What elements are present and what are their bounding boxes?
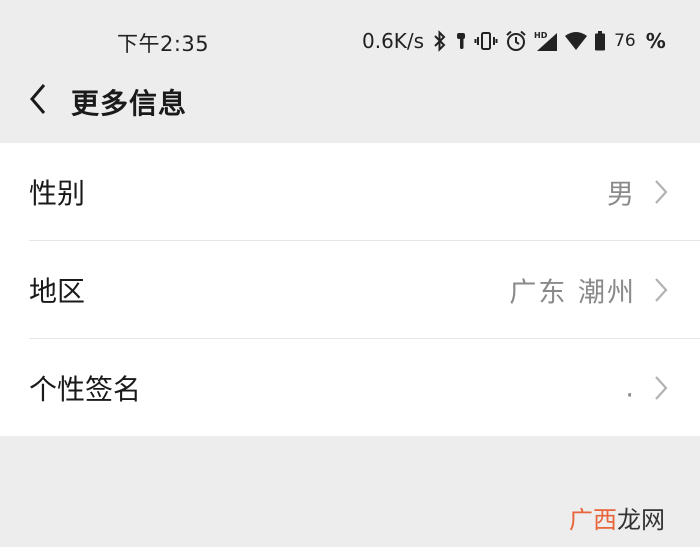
- battery-level: 76: [614, 31, 636, 51]
- watermark-accent-text: 广西: [569, 506, 617, 534]
- chevron-right-icon: [654, 374, 670, 402]
- row-region[interactable]: 地区 广东 潮州: [0, 241, 700, 338]
- vibrate-icon: [474, 30, 498, 52]
- row-value: 男: [607, 179, 636, 210]
- chevron-right-icon: [654, 178, 670, 206]
- status-icons: 0.6K/s HD 76 %: [362, 26, 666, 56]
- battery-percent-sign: %: [645, 29, 666, 53]
- alarm-icon: [504, 29, 528, 53]
- watermark-text: 龙网: [617, 506, 665, 534]
- wifi-icon: [564, 31, 588, 51]
- watermark-logo: 广西龙网: [569, 500, 665, 535]
- row-signature[interactable]: 个性签名 .: [0, 339, 700, 436]
- row-label: 性别: [29, 176, 86, 210]
- battery-icon: [594, 30, 606, 52]
- row-label: 个性签名: [29, 372, 142, 406]
- info-list: 性别 男 地区 广东 潮州 个性签名 .: [0, 143, 700, 436]
- back-button[interactable]: [18, 80, 58, 122]
- row-value: 广东 潮州: [509, 277, 636, 308]
- network-speed: 0.6K/s: [362, 29, 425, 53]
- chevron-left-icon: [29, 83, 47, 119]
- status-bar: 下午2:35 0.6K/s HD 76 %: [0, 0, 700, 80]
- row-gender[interactable]: 性别 男: [0, 143, 700, 240]
- row-value: .: [625, 372, 636, 403]
- chevron-right-icon: [654, 276, 670, 304]
- earbud-icon: [454, 30, 468, 52]
- row-label: 地区: [29, 274, 86, 308]
- svg-text:HD: HD: [534, 31, 548, 40]
- hd-signal-icon: HD: [534, 30, 558, 52]
- nav-bar: 更多信息: [0, 80, 700, 142]
- status-time: 下午2:35: [117, 32, 210, 56]
- bluetooth-icon: [432, 30, 448, 52]
- page-title: 更多信息: [71, 87, 188, 120]
